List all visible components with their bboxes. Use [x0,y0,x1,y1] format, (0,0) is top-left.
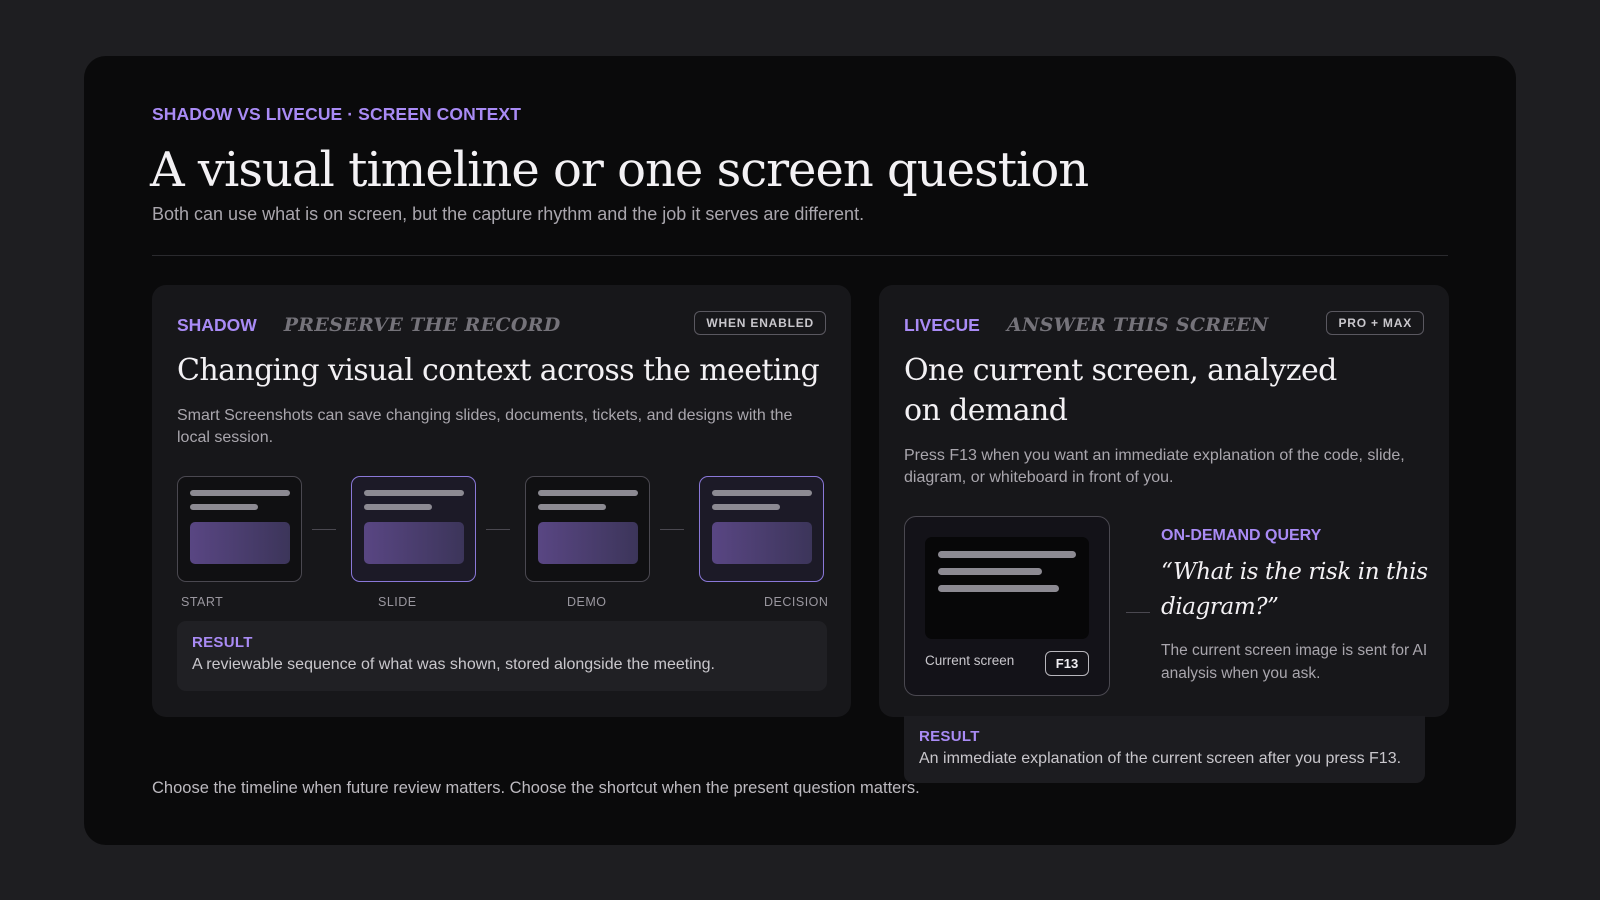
thumb-line [190,504,258,510]
page-subtitle: Both can use what is on screen, but the … [152,204,865,224]
thumb-line [712,504,780,510]
livecue-card-header: LIVECUE ANSWER THIS SCREEN [904,314,1269,336]
shadow-result-text: A reviewable sequence of what was shown,… [192,656,715,673]
livecue-result-title: RESULT [919,728,980,745]
timeline-thumb-slide [351,476,476,582]
screen-line [938,568,1042,575]
timeline-connector [660,529,684,530]
livecue-result-wrapper: RESULT An immediate explanation of the c… [904,716,1425,783]
timeline-thumb-start [177,476,302,582]
current-screen-preview: Current screen F13 [904,516,1110,696]
thumb-line [364,504,432,510]
thumb-block [712,522,812,564]
shadow-motto: PRESERVE THE RECORD [283,314,561,336]
livecue-description: Press F13 when you want an immediate exp… [904,447,1405,486]
thumb-line [538,490,638,496]
screen-thumbnail [925,537,1089,639]
query-text: “What is the risk in this diagram?” [1161,559,1428,620]
timeline-thumb-decision [699,476,824,582]
f13-key: F13 [1045,651,1089,676]
query-connector [1126,612,1150,613]
thumb-line [190,490,290,496]
divider [152,255,1448,256]
timeline-label-demo: DEMO [567,595,607,609]
main-panel: SHADOW VS LIVECUE · SCREEN CONTEXT A vis… [84,56,1516,845]
shadow-result: RESULT A reviewable sequence of what was… [177,621,827,691]
shadow-card-header: SHADOW PRESERVE THE RECORD [177,314,561,336]
thumb-block [190,522,290,564]
shadow-result-title: RESULT [192,634,253,651]
livecue-motto: ANSWER THIS SCREEN [1006,314,1269,336]
livecue-card: LIVECUE ANSWER THIS SCREEN PRO + MAX One… [879,285,1449,717]
livecue-title: One current screen, analyzed on demand [904,353,1337,428]
livecue-result: RESULT An immediate explanation of the c… [904,716,1425,783]
timeline-thumb-demo [525,476,650,582]
thumb-line [364,490,464,496]
timeline-label-start: START [181,595,224,609]
timeline-connector [486,529,510,530]
query-note: The current screen image is sent for AI … [1161,642,1428,682]
kicker: SHADOW VS LIVECUE · SCREEN CONTEXT [152,104,521,124]
shadow-description: Smart Screenshots can save changing slid… [177,407,793,446]
shadow-title: Changing visual context across the meeti… [177,353,820,388]
screen-line [938,551,1076,558]
livecue-brand: LIVECUE [904,314,980,335]
shadow-brand: SHADOW [177,314,257,335]
timeline-connector [312,529,336,530]
thumb-line [538,504,606,510]
query-label: ON-DEMAND QUERY [1161,527,1322,544]
livecue-result-text: An immediate explanation of the current … [919,750,1402,767]
thumb-block [364,522,464,564]
shadow-card: SHADOW PRESERVE THE RECORD WHEN ENABLED … [152,285,851,717]
screen-line [938,585,1059,592]
timeline-label-decision: DECISION [764,595,829,609]
timeline-label-slide: SLIDE [378,595,417,609]
thumb-block [538,522,638,564]
thumb-line [712,490,812,496]
livecue-badge: PRO + MAX [1326,311,1424,335]
footer-note: Choose the timeline when future review m… [152,779,920,797]
shadow-badge: WHEN ENABLED [694,311,826,335]
page-title: A visual timeline or one screen question [150,142,1089,198]
screen-caption: Current screen [925,653,1015,668]
